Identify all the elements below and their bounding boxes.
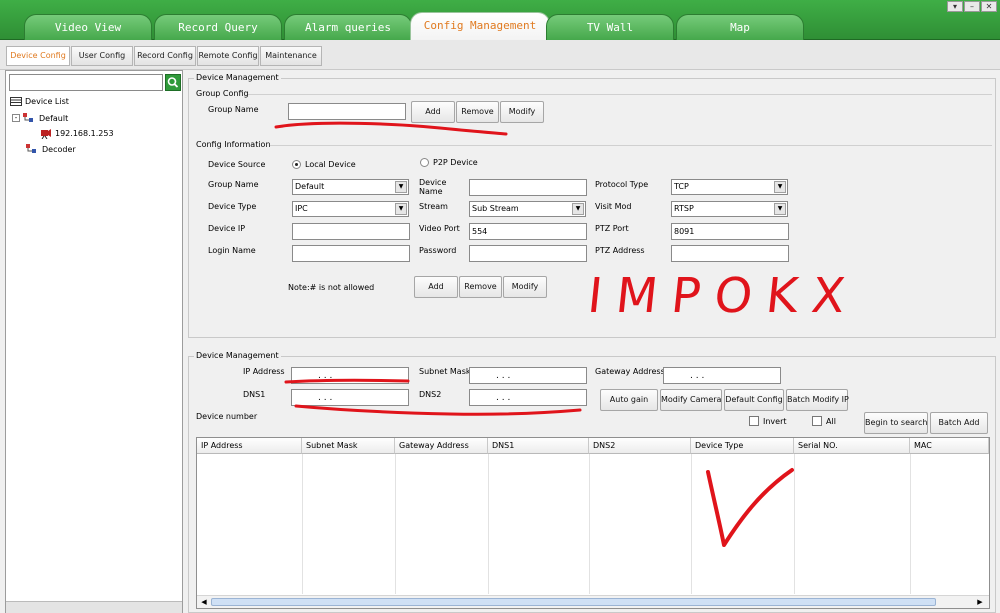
handwritten-annotation: IMPOKX [585,268,862,324]
underline-dns [294,404,582,416]
checkmark-annotation [706,468,794,547]
underline-ip-address [284,378,410,384]
underline-group-name [274,121,508,136]
